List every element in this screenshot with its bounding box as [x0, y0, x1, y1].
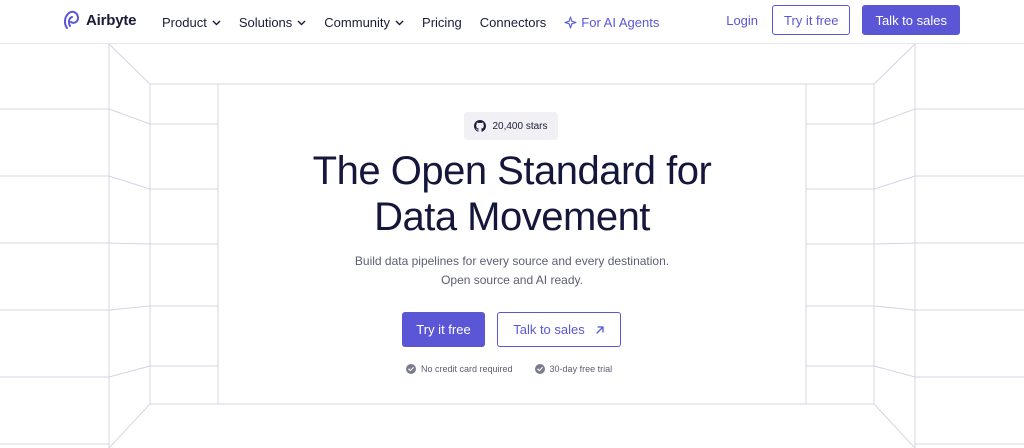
- hero-section: 20,400 stars The Open Standard for Data …: [218, 84, 806, 404]
- subheadline-line-2: Open source and AI ready.: [441, 273, 583, 287]
- headline-line-2: Data Movement: [374, 195, 650, 239]
- airbyte-logo-icon: [63, 10, 80, 29]
- nav-item-ai-agents[interactable]: For AI Agents: [564, 15, 659, 30]
- sparkle-icon: [564, 15, 577, 29]
- nav-item-label: For AI Agents: [581, 14, 660, 30]
- talk-sales-nav-button[interactable]: Talk to sales: [862, 5, 960, 35]
- nav-item-product[interactable]: Product: [162, 15, 221, 30]
- login-link[interactable]: Login: [726, 13, 758, 28]
- talk-sales-label: Talk to sales: [513, 322, 585, 337]
- perk-label: 30-day free trial: [549, 364, 613, 374]
- talk-sales-button[interactable]: Talk to sales: [497, 312, 621, 347]
- nav-item-label: Pricing: [422, 14, 462, 30]
- nav-item-label: Community: [324, 14, 391, 30]
- perk-item: 30-day free trial: [534, 364, 613, 374]
- chevron-down-icon: [395, 20, 404, 25]
- stars-count: 20,400 stars: [492, 120, 548, 132]
- perk-label: No credit card required: [421, 364, 513, 374]
- try-free-nav-button[interactable]: Try it free: [772, 5, 851, 35]
- github-stars-badge[interactable]: 20,400 stars: [464, 112, 558, 140]
- hero-headline: The Open Standard for Data Movement: [218, 148, 806, 240]
- check-circle-icon: [534, 364, 545, 374]
- check-circle-icon: [406, 364, 416, 374]
- github-icon: [474, 120, 487, 132]
- nav-item-connectors[interactable]: Connectors: [480, 15, 546, 30]
- nav-actions: Login Try it free Talk to sales: [726, 5, 960, 35]
- try-free-button[interactable]: Try it free: [402, 312, 485, 347]
- chevron-down-icon: [212, 20, 221, 25]
- subheadline-line-1: Build data pipelines for every source an…: [354, 254, 670, 268]
- cta-row: Try it free Talk to sales: [402, 312, 621, 347]
- brand-logo-link[interactable]: Airbyte: [62, 10, 136, 30]
- nav-item-label: Connectors: [479, 14, 547, 30]
- nav-item-label: Product: [162, 14, 207, 30]
- nav-item-pricing[interactable]: Pricing: [422, 15, 462, 30]
- chevron-down-icon: [297, 20, 306, 25]
- brand-name: Airbyte: [86, 11, 137, 29]
- top-navigation: Airbyte Product Solutions Community Pric…: [0, 0, 1024, 44]
- perk-item: No credit card required: [406, 364, 513, 374]
- arrow-up-right-icon: [596, 325, 604, 334]
- nav-links: Product Solutions Community Pricing Conn…: [162, 0, 677, 44]
- headline-line-1: The Open Standard for: [312, 149, 712, 193]
- nav-item-solutions[interactable]: Solutions: [239, 15, 306, 30]
- nav-item-community[interactable]: Community: [324, 15, 404, 30]
- hero-subheadline: Build data pipelines for every source an…: [218, 252, 806, 290]
- nav-item-label: Solutions: [238, 14, 293, 30]
- perks-list: No credit card required 30-day free tria…: [406, 364, 612, 374]
